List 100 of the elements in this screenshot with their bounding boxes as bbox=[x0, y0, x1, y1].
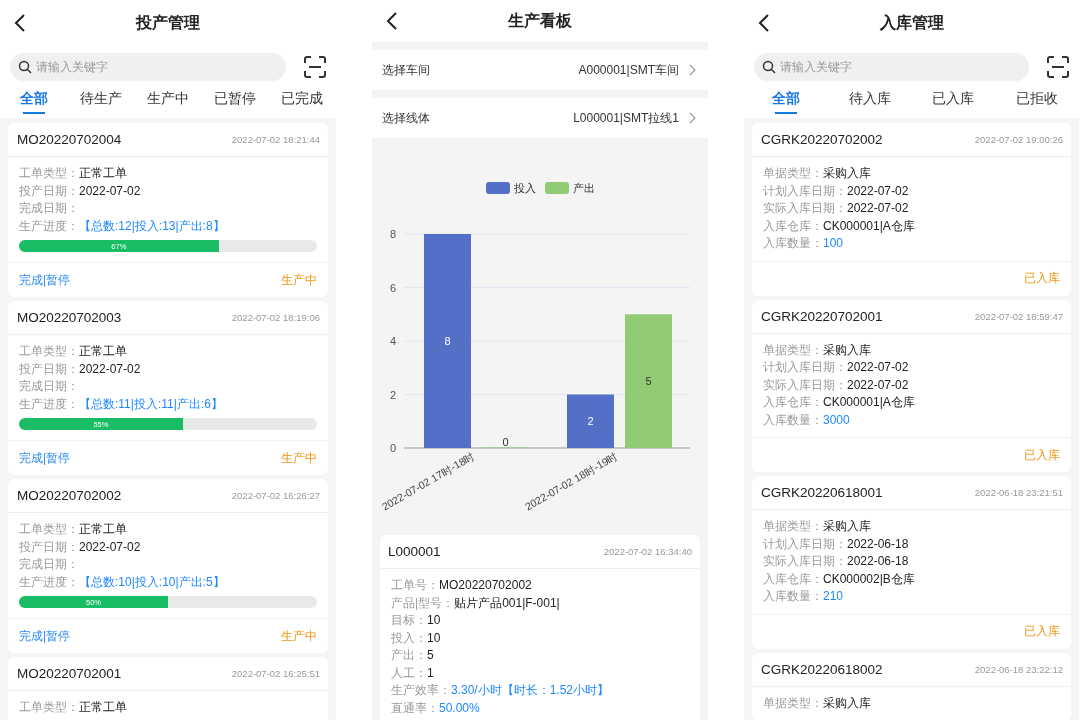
order-number: MO20220702003 bbox=[17, 310, 122, 325]
field-row-text: 投产日期：2022-07-02 bbox=[19, 538, 142, 556]
status-label: 生产中 bbox=[281, 449, 317, 467]
scan-icon[interactable] bbox=[1047, 56, 1069, 78]
receipt-number: CGRK20220618001 bbox=[761, 485, 883, 500]
tab[interactable]: 生产中 bbox=[134, 90, 202, 118]
selector-row[interactable]: 选择线体 L000001|SMT拉线1 bbox=[372, 98, 708, 138]
receipt-number: CGRK20220702001 bbox=[761, 308, 883, 324]
field-row-text: 工单类型：正常工单 bbox=[19, 165, 128, 182]
order-number: MO20220702002 bbox=[17, 488, 122, 503]
status-label: 已入库 bbox=[1024, 270, 1060, 287]
field-row-text: 完成日期： bbox=[19, 200, 80, 217]
bar bbox=[567, 394, 614, 448]
page-title: 投产管理 bbox=[136, 12, 200, 33]
receipt-number: CGRK20220702002 bbox=[761, 132, 883, 147]
y-tick-label: 0 bbox=[389, 442, 396, 454]
chevron-right-icon bbox=[689, 64, 696, 76]
back-icon[interactable] bbox=[758, 14, 770, 32]
data-label: 5 bbox=[645, 375, 652, 388]
field-row-text: 产出：5 bbox=[391, 647, 435, 664]
selector-row[interactable]: 选择车间 A000001|SMT车间 bbox=[372, 50, 708, 90]
search-field[interactable]: 请输入关键字 bbox=[10, 53, 286, 81]
field-row-text: 生产进度：【总数:12|投入:13|产出:8】 bbox=[19, 217, 226, 235]
field-row-text: 实际入库日期：2022-06-18 bbox=[763, 553, 910, 570]
field-row-text: 产品|型号：贴片产品001|F-001| bbox=[391, 594, 561, 612]
timestamp: 2022-06-18 23:22:12 bbox=[974, 663, 1063, 675]
chevron-right-icon bbox=[689, 112, 696, 124]
field-row-text: 人工：1 bbox=[391, 664, 435, 682]
field-row-text: 生产效率：3.30/小时【时长：1.52小时】 bbox=[391, 682, 611, 699]
status-label: 生产中 bbox=[281, 271, 317, 289]
y-tick-label: 8 bbox=[389, 228, 396, 240]
timestamp: 2022-07-02 18:19:06 bbox=[231, 312, 320, 323]
search-icon bbox=[762, 60, 776, 74]
order-number: MO20220702004 bbox=[17, 132, 122, 147]
timestamp: 2022-07-02 18:59:47 bbox=[974, 310, 1063, 322]
back-icon[interactable] bbox=[386, 12, 398, 30]
status-label: 生产中 bbox=[281, 627, 317, 645]
field-row-text: 生产进度：【总数:10|投入:10|产出:5】 bbox=[19, 573, 226, 591]
legend-label: 投入 bbox=[514, 182, 536, 194]
receipt-card[interactable]: CGRK20220618002 2022-06-18 23:22:12 单据类型：采购入库 bbox=[752, 652, 1071, 720]
field-row-text: 入库仓库：CK000002|B仓库 bbox=[763, 570, 916, 588]
scan-icon[interactable] bbox=[304, 56, 326, 78]
field-row-text: 单据类型：采购入库 bbox=[763, 341, 872, 359]
tab[interactable]: 全部 bbox=[744, 90, 828, 118]
y-tick-label: 2 bbox=[389, 388, 396, 401]
legend-label: 产出 bbox=[573, 182, 595, 194]
order-number: MO20220702001 bbox=[17, 666, 122, 681]
tab[interactable]: 待生产 bbox=[67, 90, 135, 118]
field-row-text: 生产进度：【总数:11|投入:11|产出:6】 bbox=[19, 395, 224, 413]
field-row-text: 目标：10 bbox=[391, 612, 442, 629]
tab[interactable]: 已入库 bbox=[911, 90, 996, 118]
receipt-card[interactable]: CGRK20220618001 2022-06-18 23:21:51 单据类型：采购入库 计划入库日期：2022-06-18 实际入库日期：2022-06-18 入库仓库：CK000002|B仓库 入库数量：210 已入库 bbox=[752, 476, 1071, 649]
actions-link[interactable]: 完成|暂停 bbox=[19, 627, 71, 645]
field-row-text: 工单类型：正常工单 bbox=[19, 343, 128, 360]
y-tick-label: 4 bbox=[389, 335, 396, 347]
page-title: 入库管理 bbox=[879, 12, 944, 33]
timestamp: 2022-07-02 18:21:44 bbox=[231, 134, 320, 145]
data-label: 8 bbox=[444, 335, 451, 347]
receipt-card[interactable]: CGRK20220702001 2022-07-02 18:59:47 单据类型：采购入库 计划入库日期：2022-07-02 实际入库日期：2022-07-02 入库仓库：CK000001|A仓库 入库数量：3000 已入库 bbox=[752, 299, 1071, 472]
status-label: 已入库 bbox=[1024, 446, 1060, 464]
field-row-text: 入库数量：100 bbox=[763, 235, 845, 252]
order-card[interactable]: MO20220702001 2022-07-02 16:25:51 工单类型：正常工单 bbox=[8, 657, 328, 720]
tab[interactable]: 已完成 bbox=[268, 90, 336, 118]
y-tick-label: 6 bbox=[389, 281, 396, 294]
field-row-text: 单据类型：采购入库 bbox=[763, 165, 872, 182]
field-row-text: 入库数量：3000 bbox=[763, 411, 851, 429]
tab[interactable]: 已暂停 bbox=[201, 90, 269, 118]
data-label: 2 bbox=[587, 415, 594, 428]
actions-link[interactable]: 完成|暂停 bbox=[19, 449, 71, 467]
field-row-text: 投入：10 bbox=[391, 629, 442, 647]
field-row-text: 完成日期： bbox=[19, 378, 80, 395]
data-label: 0 bbox=[502, 436, 509, 448]
timestamp: 2022-07-02 16:25:51 bbox=[231, 668, 320, 679]
field-row-text: 入库数量：210 bbox=[763, 588, 845, 605]
tab[interactable]: 待入库 bbox=[827, 90, 912, 118]
tab[interactable]: 全部 bbox=[0, 90, 68, 118]
timestamp: 2022-07-02 19:00:26 bbox=[974, 134, 1063, 145]
field-row-text: 完成日期： bbox=[19, 556, 80, 573]
timestamp: 2022-07-02 16:34:40 bbox=[603, 546, 692, 557]
page-title: 生产看板 bbox=[508, 10, 572, 31]
timestamp: 2022-06-18 23:21:51 bbox=[974, 487, 1063, 498]
field-row-text: 投产日期：2022-07-02 bbox=[19, 182, 142, 200]
receipt-card[interactable]: CGRK20220702002 2022-07-02 19:00:26 单据类型：采购入库 计划入库日期：2022-07-02 实际入库日期：2022-07-02 入库仓库：CK000001|A仓库 入库数量：100 已入库 bbox=[752, 123, 1071, 296]
field-row-text: 入库仓库：CK000001|A仓库 bbox=[763, 394, 916, 411]
field-row-text: 工单类型：正常工单 bbox=[19, 699, 128, 716]
field-row-text: 工单号：MO20220702002 bbox=[391, 577, 533, 594]
search-icon bbox=[18, 60, 32, 74]
field-row-text: 工单类型：正常工单 bbox=[19, 521, 128, 538]
field-row-text: 实际入库日期：2022-07-02 bbox=[763, 200, 910, 217]
field-row-text: 入库仓库：CK000001|A仓库 bbox=[763, 217, 916, 235]
timestamp: 2022-07-02 16:26:27 bbox=[231, 490, 320, 501]
field-row-text: 单据类型：采购入库 bbox=[763, 518, 872, 535]
field-row-text: 计划入库日期：2022-07-02 bbox=[763, 359, 910, 376]
actions-link[interactable]: 完成|暂停 bbox=[19, 271, 71, 289]
tab[interactable]: 已拒收 bbox=[995, 90, 1079, 118]
field-row-text: 直通率：50.00% bbox=[391, 699, 481, 717]
field-row-text: 计划入库日期：2022-06-18 bbox=[763, 535, 910, 553]
search-field[interactable]: 请输入关键字 bbox=[754, 53, 1029, 81]
receipt-number: CGRK20220618002 bbox=[761, 661, 883, 677]
back-icon[interactable] bbox=[14, 14, 26, 32]
